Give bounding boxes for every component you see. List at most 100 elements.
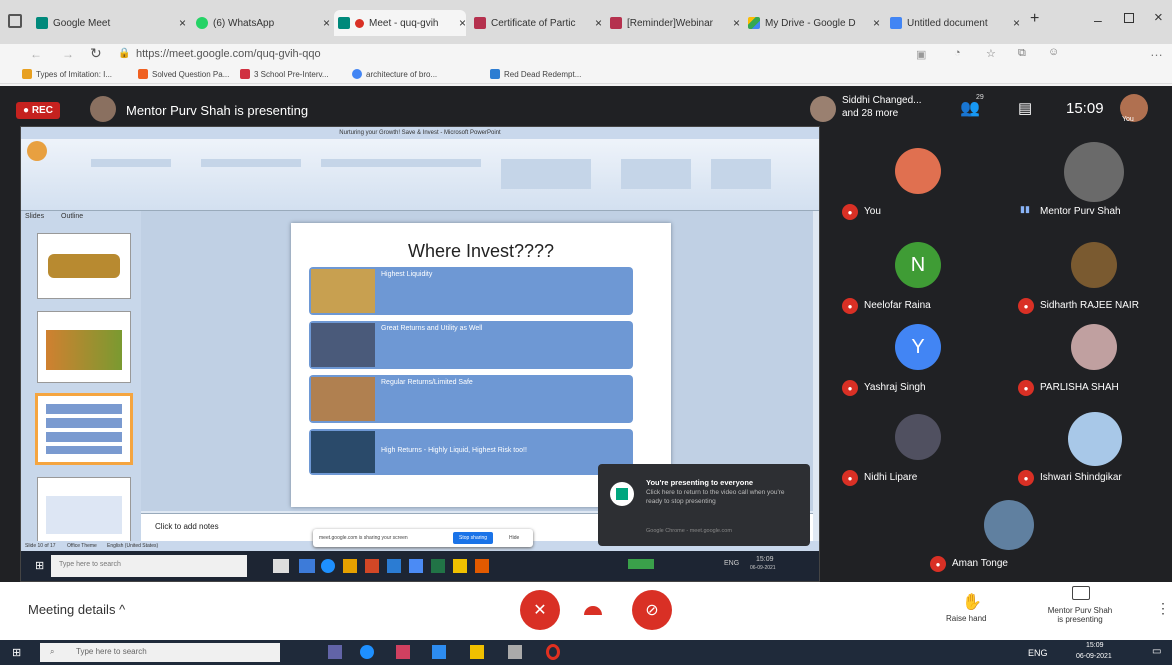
participant-tile[interactable]: ● Ishwari Shindgikar — [1006, 408, 1172, 494]
bookmark-item[interactable]: Red Dead Redempt... — [490, 69, 581, 79]
inner-search-box[interactable]: Type here to search — [51, 555, 247, 577]
participant-avatar: Y — [895, 324, 941, 370]
tab-google-meet[interactable]: Google Meet × — [36, 10, 186, 36]
camera-off-button[interactable]: ⊘ — [632, 590, 672, 630]
taskbar-app-icon[interactable] — [396, 645, 410, 659]
tab-meet-active[interactable]: Meet - quq-gvih × — [334, 10, 466, 36]
slide-thumb[interactable] — [37, 477, 131, 547]
participant-tile[interactable]: ● Sidharth RAJEE NAIR — [1006, 236, 1172, 322]
taskbar-app-icon[interactable] — [453, 559, 467, 573]
invest-row: High Returns - Highly Liquid, Highest Ri… — [309, 429, 633, 475]
taskbar-app-icon[interactable] — [470, 645, 484, 659]
extension-icon[interactable]: ◔ — [954, 47, 961, 59]
participants-summary: Siddhi Changed... — [842, 95, 922, 106]
tab-outline[interactable]: Outline — [61, 213, 83, 220]
taskbar-app-icon[interactable] — [432, 645, 446, 659]
bookmark-item[interactable]: architecture of bro... — [352, 69, 437, 79]
slide-thumb[interactable] — [37, 233, 131, 299]
taskbar-chrome-icon[interactable] — [321, 559, 335, 573]
close-tab-icon[interactable]: × — [1005, 16, 1020, 30]
bookmark-item[interactable]: Solved Question Pa... — [138, 69, 229, 79]
bookmark-item[interactable]: Types of Imitation: I... — [22, 69, 112, 79]
leave-call-icon[interactable] — [584, 606, 602, 615]
windows-start-icon[interactable]: ⊞ — [35, 559, 44, 572]
taskbar-app-icon[interactable] — [387, 559, 401, 573]
slide-count: Slide 10 of 17 — [25, 543, 56, 549]
profile-icon[interactable]: ☺ — [1048, 46, 1059, 58]
taskbar-search-box[interactable]: ⌕ Type here to search — [40, 643, 280, 662]
new-tab-icon[interactable]: + — [1030, 10, 1039, 28]
reload-icon[interactable]: ↻ — [90, 45, 102, 62]
notifications-icon[interactable]: ▭ — [1152, 646, 1161, 657]
window-menu-icon[interactable] — [8, 14, 22, 28]
presenting-toast[interactable]: You're presenting to everyone Click here… — [598, 464, 810, 546]
tab-my-drive[interactable]: My Drive - Google D × — [748, 10, 880, 36]
raise-hand-icon[interactable]: ✋ — [962, 592, 982, 612]
participant-tile[interactable]: ● Aman Tonge — [918, 498, 1094, 584]
participant-tile[interactable]: Y ● Yashraj Singh — [830, 318, 1006, 404]
present-screen-icon[interactable] — [1072, 586, 1090, 600]
taskbar-app-icon[interactable] — [273, 559, 289, 573]
meet-favicon-icon — [338, 17, 350, 29]
participant-tile[interactable]: ● Nidhi Lipare — [830, 408, 1006, 494]
taskbar-app-icon[interactable] — [475, 559, 489, 573]
tray-app-icon[interactable] — [628, 559, 654, 569]
hide-button[interactable]: Hide — [509, 535, 519, 541]
car-image — [48, 254, 120, 278]
close-tab-icon[interactable]: × — [725, 16, 740, 30]
tab-whatsapp[interactable]: (6) WhatsApp × — [196, 10, 330, 36]
taskbar-teams-icon[interactable] — [328, 645, 342, 659]
taskbar-time: 15:09 — [1086, 642, 1104, 649]
slide-thumb-selected[interactable] — [35, 393, 133, 465]
tab-reminder[interactable]: [Reminder]Webinar × — [610, 10, 740, 36]
participant-tile[interactable]: N ● Neelofar Raina — [830, 236, 1006, 322]
participant-tile[interactable]: ▮▮ Mentor Purv Shah — [1006, 142, 1172, 228]
taskbar-chrome-icon[interactable] — [360, 645, 374, 659]
taskbar-app-icon[interactable] — [409, 559, 423, 573]
chat-icon[interactable]: ▤ — [1018, 99, 1032, 117]
presenter-avatar — [90, 96, 116, 122]
tab-slides[interactable]: Slides — [25, 213, 44, 220]
windows-start-icon[interactable]: ⊞ — [12, 646, 21, 659]
more-menu-icon[interactable]: … — [1150, 44, 1163, 59]
maximize-icon[interactable] — [1124, 13, 1134, 23]
office-button-icon[interactable] — [27, 141, 47, 161]
meet-bottom-bar: Meeting details ^ ✕ ⊘ ✋ Raise hand Mento… — [0, 582, 1172, 640]
forward-icon[interactable]: → — [62, 47, 74, 61]
participant-tile[interactable]: ● You — [830, 142, 1006, 228]
meeting-details-button[interactable]: Meeting details ^ — [28, 602, 125, 617]
participant-tile[interactable]: ● PARLISHA SHAH — [1006, 318, 1172, 404]
stop-sharing-button[interactable]: Stop sharing — [453, 532, 494, 544]
bookmark-item[interactable]: 3 School Pre-Interv... — [240, 69, 329, 79]
toast-body: Click here to return to the video call w… — [646, 489, 785, 505]
close-tab-icon[interactable]: × — [587, 16, 602, 30]
close-window-icon[interactable]: × — [1154, 9, 1163, 26]
star-icon[interactable]: ☆ — [986, 47, 996, 60]
language: English (United States) — [107, 543, 159, 549]
slide-thumb[interactable] — [37, 311, 131, 383]
taskbar-app-icon[interactable] — [343, 559, 357, 573]
close-tab-icon[interactable]: × — [451, 16, 466, 30]
tab-untitled-document[interactable]: Untitled document × — [890, 10, 1020, 36]
close-tab-icon[interactable]: × — [315, 16, 330, 30]
close-tab-icon[interactable]: × — [171, 16, 186, 30]
collections-icon[interactable]: ⧉ — [1018, 47, 1026, 60]
more-options-icon[interactable]: ⋮ — [1156, 600, 1170, 617]
taskbar-excel-icon[interactable] — [431, 559, 445, 573]
mic-off-button[interactable]: ✕ — [520, 590, 560, 630]
back-icon[interactable]: ← — [30, 47, 42, 61]
participant-avatar — [895, 414, 941, 460]
inner-tray-lang: ENG — [724, 560, 740, 567]
camera-icon[interactable]: ▣ — [916, 48, 926, 61]
taskbar-opera-icon[interactable] — [546, 644, 560, 660]
minimize-icon[interactable]: – — [1094, 12, 1102, 28]
presenting-status[interactable]: Mentor Purv Shah is presenting — [1040, 606, 1120, 624]
taskbar-app-icon[interactable] — [508, 645, 522, 659]
url-field[interactable]: https://meet.google.com/quq-gvih-qqo — [136, 48, 321, 60]
taskbar-search-placeholder: Type here to search — [76, 647, 147, 656]
taskbar-powerpoint-icon[interactable] — [365, 559, 379, 573]
people-icon[interactable]: 👥 — [960, 98, 980, 118]
close-tab-icon[interactable]: × — [865, 16, 880, 30]
tab-certificate[interactable]: Certificate of Partic × — [474, 10, 602, 36]
taskbar-app-icon[interactable] — [299, 559, 315, 573]
